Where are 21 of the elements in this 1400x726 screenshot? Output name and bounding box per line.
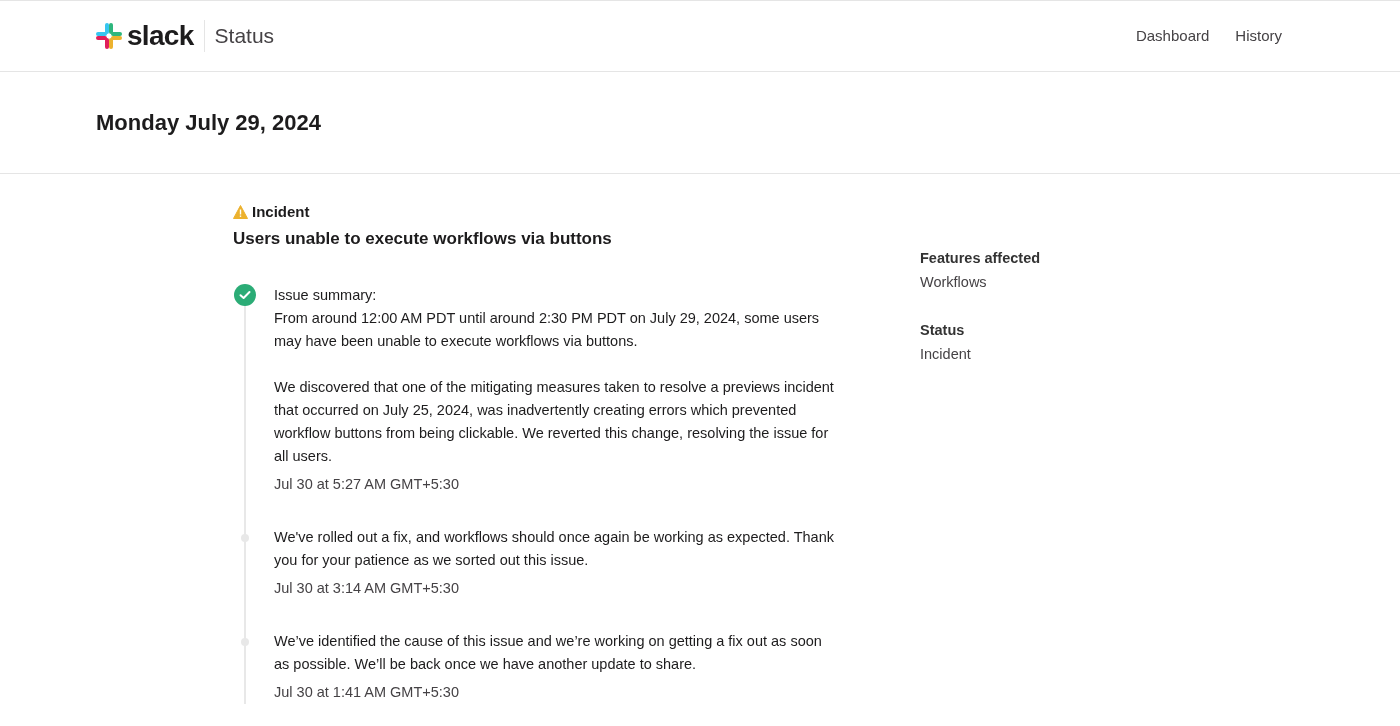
warning-icon [233,205,248,220]
logo-text[interactable]: slack [127,22,194,50]
update-time: Jul 30 at 3:14 AM GMT+5:30 [274,579,460,598]
detail-value: Incident [920,345,972,364]
detail-value: Workflows [920,273,988,292]
detail-heading: Features affected [920,249,1041,268]
update-text: From around 12:00 AM PDT until around 2:30 PM PDT on July 29, 2024, some users may have been unable to execute workflows via buttons. [274,309,821,351]
update-text: Issue summary: [274,286,378,305]
detail-heading: Status [920,321,966,340]
nav-link[interactable]: Dashboard [1135,24,1210,48]
logo-icon [96,23,122,49]
nav-link[interactable]: History [1235,24,1282,48]
update-text: We've rolled out a fix, and workflows should once again be working as expected. Thank you for your patience as we sorted out this issue. [274,528,834,570]
update-text: We’ve identified the cause of this issue and we’re working on getting a fix out as soon as possible. We’ll be back once we have another update to share. [274,632,823,674]
product-name: Status [214,23,275,50]
date-heading: Monday July 29, 2024 [96,109,321,137]
incident-title: Users unable to execute workflows via buttons [233,227,613,250]
update-time: Jul 30 at 1:41 AM GMT+5:30 [274,683,460,702]
update-time: Jul 30 at 5:27 AM GMT+5:30 [274,475,460,494]
incident-label: Incident [252,202,310,222]
update-text: We discovered that one of the mitigating measures taken to resolve a previews incident that occurred on July 25, 2024, was inadvertently creating errors which prevented workflow buttons from being clickable. We reverted this change, resolving the issue for all users. [274,378,834,466]
